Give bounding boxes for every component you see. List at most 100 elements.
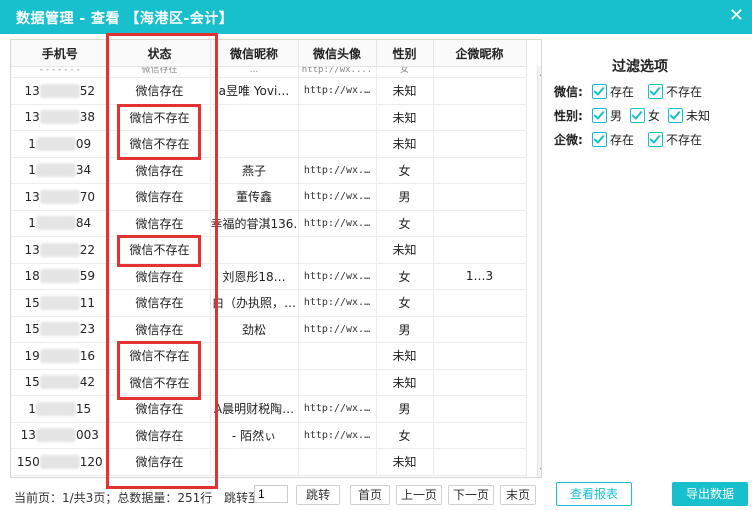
checkbox-gender-male[interactable]: 男 (592, 107, 622, 124)
cell-status: 微信存在 (109, 395, 211, 423)
table-row[interactable]: 150 120 微信存在 未知 (11, 448, 527, 476)
checkbox-wechat-not-exist[interactable]: 不存在 (648, 83, 702, 100)
redacted-blur (39, 375, 80, 390)
phone-prefix: 18 (24, 269, 40, 284)
table-row[interactable]: 18 59 微信存在 刘恩彤18… http://wx.… 女 1…3 (11, 263, 527, 290)
close-icon[interactable]: ✕ (729, 6, 744, 26)
cell-avatar (298, 104, 377, 131)
cell-nickname: a昱唯 Yovi… (210, 77, 299, 105)
table-row-partial[interactable]: - - - - - - - 微信存在 ... http://wx.... 女 (11, 66, 527, 78)
table-row[interactable]: 13 38 微信不存在 未知 (11, 104, 527, 131)
prev-page-button[interactable]: 上一页 (396, 485, 442, 505)
scroll-down-icon[interactable]: ▼ (540, 466, 541, 475)
cell-phone: 13 52 (11, 77, 110, 105)
view-report-button[interactable]: 查看报表 (556, 482, 632, 506)
checkbox-wechat-exist[interactable]: 存在 (592, 83, 634, 100)
cell-nickname (210, 130, 299, 158)
phone-suffix: 120 (79, 454, 103, 469)
table-row[interactable]: 1 34 微信存在 燕子 http://wx.… 女 (11, 157, 527, 184)
redacted-blur (35, 216, 76, 231)
pagination-info: 当前页：1/共3页；总数据量：251行 (14, 491, 213, 505)
phone-suffix: 22 (79, 242, 96, 257)
redacted-blur (39, 348, 80, 363)
cell-wecom (433, 289, 527, 317)
redacted-blur (39, 110, 80, 125)
page-jump-input[interactable] (254, 485, 288, 503)
cell-nickname: 劲松 (210, 316, 299, 343)
scroll-up-icon[interactable]: ▲ (540, 68, 541, 77)
checkbox-checked-icon (592, 83, 607, 99)
cell-phone: 13 70 (11, 183, 110, 211)
last-page-button[interactable]: 末页 (500, 485, 536, 505)
checkbox-gender-unknown[interactable]: 未知 (668, 107, 710, 124)
cell-wecom (433, 210, 527, 237)
cell-status: 微信存在 (109, 66, 211, 78)
cell-avatar: http://wx.… (298, 289, 377, 317)
cell-nickname (210, 342, 299, 370)
go-button[interactable]: 跳转 (296, 485, 340, 505)
cell-gender: 未知 (376, 448, 434, 476)
checkbox-label: 存在 (610, 132, 635, 147)
table-row[interactable]: 13 70 微信存在 董传鑫 http://wx.… 男 (11, 183, 527, 211)
table-row[interactable]: 1 15 微信存在 A晨明财税陶… http://wx.… 男 (11, 395, 527, 423)
cell-avatar: http://wx.… (298, 422, 377, 449)
table-row[interactable]: 15 11 微信存在 白（办执照，… http://wx.… 女 (11, 289, 527, 317)
cell-phone: 15 42 (11, 369, 110, 396)
phone-suffix: 15 (75, 401, 92, 416)
cell-status: 微信存在 (109, 448, 211, 476)
cell-status: 微信不存在 (109, 236, 211, 264)
vertical-scrollbar[interactable]: ▲ ▼ (537, 66, 542, 477)
cell-wecom: 1…3 (433, 263, 527, 290)
column-header-phone[interactable]: 手机号 (11, 40, 110, 67)
phone-prefix: 13 (24, 110, 40, 125)
cell-phone: 18 59 (11, 263, 110, 290)
table-row[interactable]: 13 52 微信存在 a昱唯 Yovi… http://wx.… 未知 (11, 77, 527, 105)
checkbox-checked-icon (630, 107, 646, 123)
filter-label-gender: 性别: (554, 108, 583, 123)
cell-wecom (433, 66, 527, 78)
column-header-gender[interactable]: 性别 (376, 40, 434, 67)
cell-avatar (298, 130, 377, 158)
phone-suffix: 09 (75, 136, 92, 151)
table-row[interactable]: 13 22 微信不存在 未知 (11, 236, 527, 264)
cell-avatar: http://wx.… (298, 77, 377, 105)
redacted-blur (39, 295, 80, 310)
cell-gender: 未知 (376, 104, 434, 131)
table-row[interactable]: 1 09 微信不存在 未知 (11, 130, 527, 158)
cell-wecom (433, 104, 527, 131)
cell-phone: 150 120 (11, 448, 110, 476)
column-header-wecom[interactable]: 企微昵称 (433, 40, 527, 67)
scrollbar-thumb[interactable] (541, 261, 542, 323)
redacted-blur (39, 189, 80, 204)
cell-nickname: 董传鑫 (210, 183, 299, 211)
table-row[interactable]: 19 16 微信不存在 未知 (11, 342, 527, 370)
phone-prefix: 150 (16, 454, 40, 469)
checkbox-wecom-not-exist[interactable]: 不存在 (648, 131, 702, 148)
phone-prefix: 15 (24, 375, 40, 390)
column-header-avatar[interactable]: 微信头像 (298, 40, 377, 67)
table-row[interactable]: 15 23 微信存在 劲松 http://wx.… 男 (11, 316, 527, 343)
export-data-button[interactable]: 导出数据 (672, 482, 748, 506)
phone-suffix: 52 (79, 83, 96, 98)
table-row[interactable]: 15 42 微信不存在 未知 (11, 369, 527, 396)
first-page-button[interactable]: 首页 (350, 485, 390, 505)
cell-phone: 1 34 (11, 157, 110, 184)
table-row[interactable]: 13 003 微信存在 - 陌然ぃ http://wx.… 女 (11, 422, 527, 449)
checkbox-wecom-exist[interactable]: 存在 (592, 131, 634, 148)
redacted-blur (39, 269, 80, 284)
table-row[interactable]: 1 84 微信存在 幸福的甞淇136… http://wx.… 女 (11, 210, 527, 237)
next-page-button[interactable]: 下一页 (448, 485, 494, 505)
phone-prefix: 15 (24, 295, 40, 310)
cell-wecom (433, 183, 527, 211)
cell-avatar (298, 448, 377, 476)
checkbox-checked-icon (648, 83, 664, 99)
checkbox-gender-female[interactable]: 女 (630, 107, 660, 124)
cell-gender: 女 (376, 210, 434, 237)
phone-suffix: 23 (79, 322, 96, 337)
cell-avatar (298, 236, 377, 264)
phone-suffix: 38 (79, 110, 96, 125)
column-header-nickname[interactable]: 微信昵称 (210, 40, 299, 67)
phone-suffix: 42 (79, 375, 96, 390)
cell-status: 微信存在 (109, 316, 211, 343)
column-header-status[interactable]: 状态 (109, 40, 211, 67)
